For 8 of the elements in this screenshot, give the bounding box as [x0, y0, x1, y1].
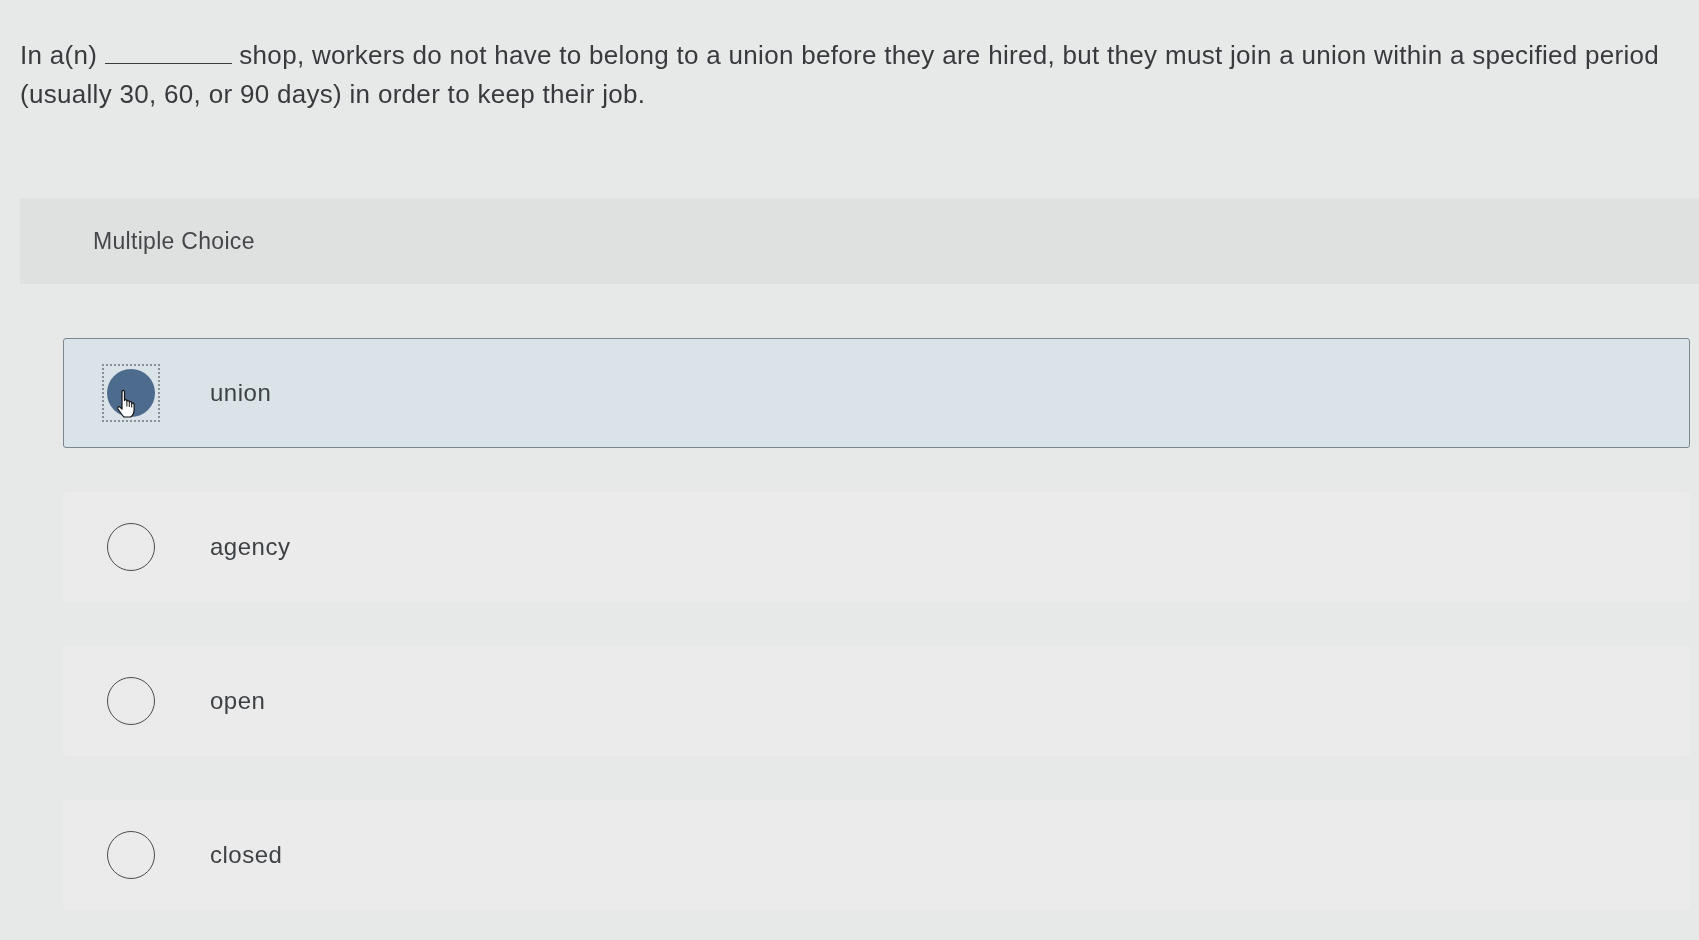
answer-option[interactable]: union [63, 338, 1690, 448]
question-text: In a(n) [20, 40, 98, 70]
answer-option[interactable]: agency [63, 492, 1690, 602]
answer-option[interactable]: open [63, 646, 1690, 756]
question-text: shop, workers do not have to belong to a union before they are hired, but they must join a union within a specified period [239, 40, 1660, 70]
question-text: (usually 30, 60, or 90 days) in order to keep their job. [20, 79, 646, 109]
answer-option[interactable]: closed [63, 800, 1690, 910]
question-type-label: Multiple Choice [93, 226, 255, 256]
